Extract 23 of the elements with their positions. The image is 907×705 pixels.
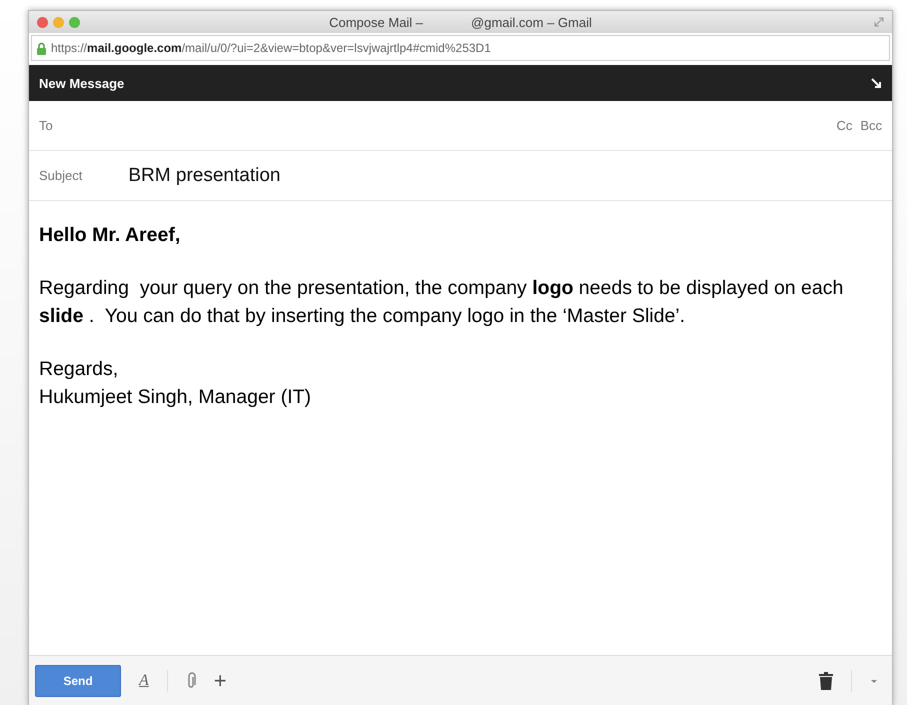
subject-label: Subject <box>39 168 82 183</box>
more-options-button[interactable]: + <box>214 668 227 694</box>
window-title: @gmail.com – Gmail <box>471 14 592 30</box>
window-title: Compose Mail – <box>329 14 424 30</box>
to-label: To <box>39 118 53 133</box>
greeting-text: Hello Mr. Areef, <box>39 223 182 248</box>
message-paragraph: Regarding your query on the presentation, the company logo needs to be displayed on each slide . You can do that by inserting the company logo in the ‘Master Slide’. <box>39 276 844 329</box>
send-button[interactable]: Send <box>35 665 121 697</box>
lock-icon <box>36 42 47 54</box>
bcc-link[interactable]: Bcc <box>860 118 882 133</box>
signature-line: Hukumjeet Singh, Manager (IT) <box>39 385 312 410</box>
signature-line: Regards, <box>39 357 118 382</box>
arrow-icon[interactable] <box>870 77 882 89</box>
subject-field[interactable]: BRM presentation <box>128 164 280 186</box>
paperclip-icon[interactable] <box>186 672 196 690</box>
cc-link[interactable]: Cc <box>836 118 852 133</box>
formatting-button[interactable]: A <box>139 672 149 690</box>
compose-title: New Message <box>39 76 124 90</box>
fullscreen-icon[interactable] <box>874 17 884 27</box>
close-button[interactable] <box>37 16 48 28</box>
zoom-button[interactable] <box>69 16 80 28</box>
trash-icon[interactable] <box>819 672 833 690</box>
caret-icon[interactable] <box>870 678 878 684</box>
